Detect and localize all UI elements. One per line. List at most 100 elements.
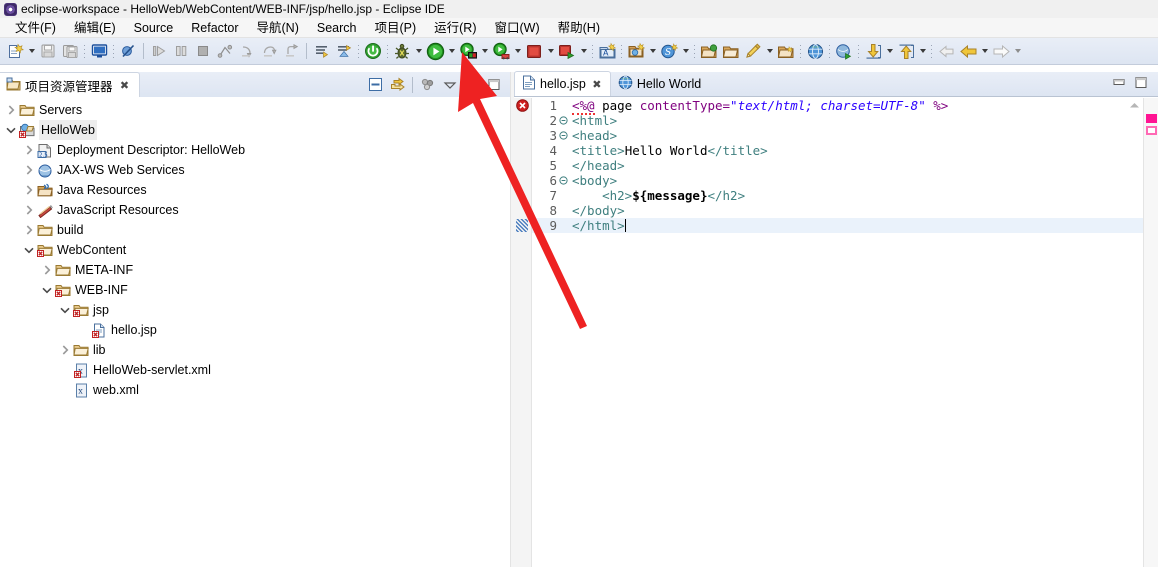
collapse-all-icon[interactable] [364,74,386,96]
tree-item-webcontent[interactable]: WebContent [0,240,510,260]
chevron-down-icon[interactable] [439,74,461,96]
menu-source[interactable]: Source [125,18,183,38]
fold-collapse-icon[interactable] [558,131,568,140]
menu-navigate[interactable]: 导航(N) [248,18,308,38]
previous-annotation-yellow-icon[interactable] [895,40,917,62]
start-server-icon[interactable] [362,40,384,62]
filters-icon[interactable] [417,74,439,96]
skip-all-breakpoints-icon[interactable] [117,40,139,62]
console-icon[interactable] [88,40,110,62]
chevron-down-icon[interactable] [4,120,18,140]
scroll-up-icon[interactable] [1128,100,1141,112]
chevron-right-icon[interactable] [22,220,36,240]
tree-item-helloweb[interactable]: HelloWeb [0,120,510,140]
tree-item-helloweb-servlet-xml[interactable]: xHelloWeb-servlet.xml [0,360,510,380]
menu-refactor[interactable]: Refactor [182,18,247,38]
tree-item-jsp[interactable]: jsp [0,300,510,320]
run-green-play-icon[interactable] [424,40,446,62]
changed-overview-marker[interactable] [1146,126,1157,135]
chevron-right-icon[interactable] [40,260,54,280]
external-tools-icon[interactable] [833,40,855,62]
backward-dropdown-arrow[interactable] [979,40,990,62]
tree-item-meta-inf[interactable]: META-INF [0,260,510,280]
project-tree[interactable]: Servers HelloWeb 2.5 Deployment Descriptor:… [0,97,510,567]
close-icon[interactable]: ✖ [119,79,131,92]
marker-ruler[interactable] [514,98,532,567]
code-line[interactable]: 4 <title>Hello World</title> [532,143,1143,158]
tree-item-hello-jsp[interactable]: hello.jsp [0,320,510,340]
tree-item-deployment-descriptor-helloweb[interactable]: 2.5 Deployment Descriptor: HelloWeb [0,140,510,160]
chevron-right-icon[interactable] [22,140,36,160]
new-spring-dropdown-arrow[interactable] [680,40,691,62]
minimize-icon[interactable] [461,74,483,96]
chevron-right-icon[interactable] [22,180,36,200]
new-file-icon[interactable] [4,40,26,62]
code-line[interactable]: 5 </head> [532,158,1143,173]
maximize-icon[interactable] [1130,71,1152,93]
backward-arrow-icon[interactable] [957,40,979,62]
code-line[interactable]: 3 <head> [532,128,1143,143]
menu-run[interactable]: 运行(R) [425,18,485,38]
menu-window[interactable]: 窗口(W) [486,18,549,38]
pencil-search-dropdown-arrow[interactable] [764,40,775,62]
menu-search[interactable]: Search [308,18,366,38]
source-editor[interactable]: 1 <%@ page contentType="text/html; charse… [514,98,1158,567]
profile-icon[interactable] [490,40,512,62]
stop-dropdown-arrow[interactable] [545,40,556,62]
tree-item-lib[interactable]: lib [0,340,510,360]
new-web-project-dropdown-arrow[interactable] [647,40,658,62]
publish-dropdown-arrow[interactable] [578,40,589,62]
next-annotation-icon[interactable] [311,40,333,62]
open-resource-icon[interactable] [775,40,797,62]
link-with-editor-icon[interactable] [386,74,408,96]
project-explorer-tab[interactable]: 项目资源管理器 ✖ [0,72,140,97]
tree-item-build[interactable]: build [0,220,510,240]
next-annotation-yellow-icon[interactable] [862,40,884,62]
previous-annotation-icon[interactable] [333,40,355,62]
fold-collapse-icon[interactable] [558,116,568,125]
minimize-icon[interactable] [1108,71,1130,93]
stop-red-icon[interactable] [523,40,545,62]
chevron-right-icon[interactable] [4,100,18,120]
code-line[interactable]: 2 <html> [532,113,1143,128]
server-run-icon[interactable] [457,40,479,62]
forward-dropdown-arrow[interactable] [1012,40,1023,62]
server-run-dropdown-arrow[interactable] [479,40,490,62]
previous-annotation-dropdown-arrow[interactable] [917,40,928,62]
tree-item-javascript-resources[interactable]: JavaScript Resources [0,200,510,220]
new-spring-icon[interactable]: S [658,40,680,62]
chevron-right-icon[interactable] [22,160,36,180]
debug-dropdown-arrow[interactable] [413,40,424,62]
new-file-dropdown-arrow[interactable] [26,40,37,62]
code-text[interactable]: 1 <%@ page contentType="text/html; charse… [532,98,1143,567]
code-line[interactable]: 6 <body> [532,173,1143,188]
publish-icon[interactable] [556,40,578,62]
menu-help[interactable]: 帮助(H) [549,18,609,38]
tree-item-web-inf[interactable]: WEB-INF [0,280,510,300]
new-web-project-icon[interactable] [625,40,647,62]
new-java-project-icon[interactable]: A [596,40,618,62]
pencil-search-icon[interactable] [742,40,764,62]
code-line[interactable]: 7 <h2>${message}</h2> [532,188,1143,203]
profile-dropdown-arrow[interactable] [512,40,523,62]
open-type-icon[interactable] [720,40,742,62]
web-browser-icon[interactable] [804,40,826,62]
editor-tab-hello-world[interactable]: Hello World [611,71,713,96]
chevron-down-icon[interactable] [58,300,72,320]
tree-item-jax-ws-web-services[interactable]: JAX-WS Web Services [0,160,510,180]
code-line[interactable]: 8 </body> [532,203,1143,218]
chevron-right-icon[interactable] [58,340,72,360]
tree-item-servers[interactable]: Servers [0,100,510,120]
open-package-icon[interactable] [698,40,720,62]
menu-file[interactable]: 文件(F) [6,18,65,38]
menu-edit[interactable]: 编辑(E) [65,18,125,38]
maximize-icon[interactable] [483,74,505,96]
tree-item-java-resources[interactable]: Java Resources [0,180,510,200]
error-overview-marker[interactable] [1146,114,1157,123]
chevron-right-icon[interactable] [22,200,36,220]
code-line[interactable]: 9 </html> [532,218,1143,233]
error-marker-icon[interactable] [516,99,529,112]
code-line[interactable]: 1 <%@ page contentType="text/html; charse… [532,98,1143,115]
fold-collapse-icon[interactable] [558,176,568,185]
overview-ruler[interactable] [1130,98,1158,567]
